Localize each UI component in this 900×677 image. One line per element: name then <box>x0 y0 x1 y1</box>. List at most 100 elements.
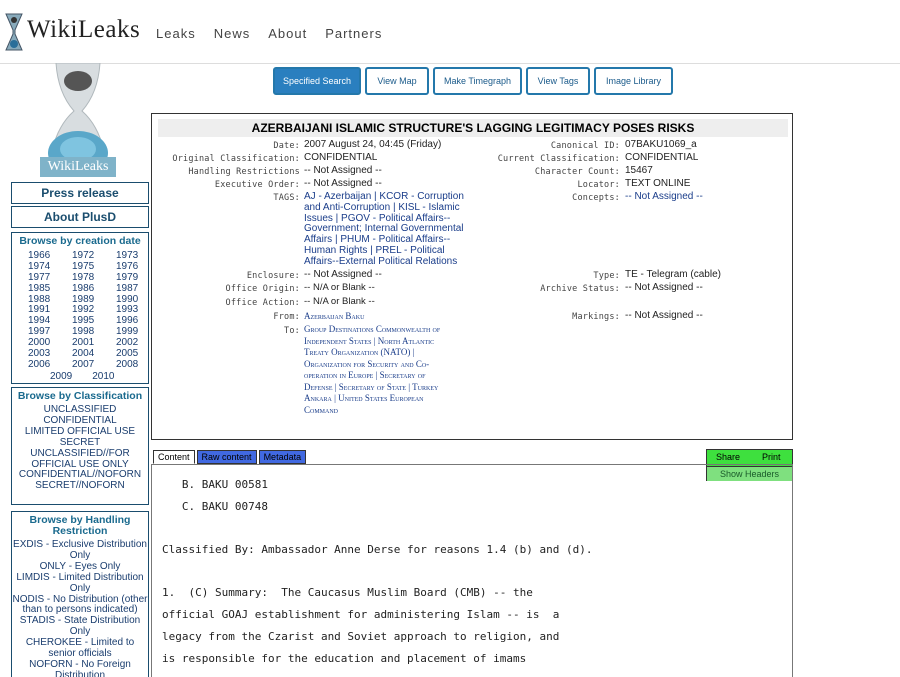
handling-link[interactable]: Distribution <box>12 670 148 677</box>
handling-label: Handling Restrictions <box>188 167 300 177</box>
handling-link[interactable]: Only <box>12 583 148 595</box>
from-label: From: <box>273 312 300 322</box>
canonical-value: 07BAKU1069_a <box>625 139 697 150</box>
about-plusd-button[interactable]: About PlusD <box>11 206 149 228</box>
classification-link[interactable]: SECRET//NOFORN <box>12 480 148 492</box>
orig-class-value: CONFIDENTIAL <box>304 152 378 163</box>
classification-link[interactable]: SECRET <box>12 437 148 449</box>
sidebar-logo-text: WikiLeaks <box>40 157 116 177</box>
to-line[interactable]: Organization for Security and Co- <box>304 359 479 371</box>
toolbar: Specified Search View Map Make Timegraph… <box>273 67 673 95</box>
nav-about[interactable]: About <box>268 26 307 41</box>
office-origin-value: -- N/A or Blank -- <box>304 282 375 293</box>
content-area <box>151 464 793 677</box>
type-label: Type: <box>593 271 620 281</box>
content-line-1: B. BAKU 00581 <box>162 478 268 491</box>
content-line-4: 1. (C) Summary: The Caucasus Muslim Boar… <box>162 586 533 599</box>
browse-by-date-panel: Browse by creation date 1966 1972 1973 1974… <box>11 232 149 384</box>
char-count-label: Character Count: <box>534 167 620 177</box>
to-value[interactable]: Group Destinations Commonwealth of Indepe… <box>304 324 479 416</box>
to-line[interactable]: Treaty Organization (NATO) | <box>304 347 479 359</box>
tag-line[interactable]: Affairs--External Political Relations <box>304 256 479 268</box>
year-link[interactable]: 1985 <box>28 283 72 295</box>
classification-list: UNCLASSIFIED CONFIDENTIAL LIMITED OFFICIAL… <box>12 404 148 492</box>
office-action-value: -- N/A or Blank -- <box>304 296 375 307</box>
tab-content[interactable]: Content <box>153 450 195 464</box>
make-timegraph-button[interactable]: Make Timegraph <box>433 67 522 95</box>
tags-value[interactable]: AJ - Azerbaijan | KCOR - Corruption and A… <box>304 191 479 268</box>
tags-label: TAGS: <box>273 193 300 203</box>
handling-list: EXDIS - Exclusive Distribution Only ONLY -… <box>12 539 148 677</box>
content-line-5: official GOAJ establishment for administ… <box>162 608 560 621</box>
tab-raw-content[interactable]: Raw content <box>196 450 257 464</box>
date-value: 2007 August 24, 04:45 (Friday) <box>304 139 442 150</box>
enclosure-label: Enclosure: <box>246 271 300 281</box>
concepts-value[interactable]: -- Not Assigned -- <box>625 191 703 203</box>
content-line-2: C. BAKU 00748 <box>162 500 268 513</box>
year-link[interactable]: 1986 <box>72 283 116 295</box>
canonical-label: Canonical ID: <box>550 141 620 151</box>
nav-leaks[interactable]: Leaks <box>156 26 196 41</box>
cur-class-value: CONFIDENTIAL <box>625 152 699 163</box>
office-action-label: Office Action: <box>225 298 300 308</box>
to-line[interactable]: operation in Europe | Secretary of <box>304 370 479 382</box>
specified-search-button[interactable]: Specified Search <box>273 67 361 95</box>
tab-metadata[interactable]: Metadata <box>258 450 307 464</box>
year-link[interactable]: 2006 <box>28 359 72 371</box>
cable-title: AZERBAIJANI ISLAMIC STRUCTURE'S LAGGING … <box>158 119 788 137</box>
locator-value: TEXT ONLINE <box>625 178 691 189</box>
year-link[interactable]: 2010 <box>92 371 114 382</box>
exec-order-label: Executive Order: <box>214 180 300 190</box>
to-label: To: <box>284 326 300 336</box>
year-grid: 1966 1972 1973 1974 1975 1976 1977 1978 1979 1985… <box>12 250 148 371</box>
exec-order-value: -- Not Assigned -- <box>304 178 382 189</box>
image-library-button[interactable]: Image Library <box>594 67 673 95</box>
top-navbar: WikiLeaks Leaks News About Partners <box>0 0 900 64</box>
nav-partners[interactable]: Partners <box>325 26 382 41</box>
nav-news[interactable]: News <box>214 26 251 41</box>
cur-class-label: Current Classification: <box>497 154 620 164</box>
to-line[interactable]: Command <box>304 405 479 417</box>
cable-metadata-panel: AZERBAIJANI ISLAMIC STRUCTURE'S LAGGING … <box>151 113 793 440</box>
share-button[interactable]: Share <box>716 452 740 462</box>
office-origin-label: Office Origin: <box>225 284 300 294</box>
browse-date-title: Browse by creation date <box>19 235 141 247</box>
char-count-value: 15467 <box>625 165 653 176</box>
press-release-button[interactable]: Press release <box>11 182 149 204</box>
date-label: Date: <box>273 141 300 151</box>
view-tags-button[interactable]: View Tags <box>526 67 590 95</box>
markings-value: -- Not Assigned -- <box>625 310 703 321</box>
year-link[interactable]: 2009 <box>50 371 72 382</box>
handling-value: -- Not Assigned -- <box>304 165 382 176</box>
content-line-6: legacy from the Czarist and Soviet appro… <box>162 630 560 643</box>
classification-link[interactable]: UNCLASSIFIED//FOR <box>12 448 148 460</box>
main-nav: Leaks News About Partners <box>156 26 382 41</box>
browse-by-classification-panel: Browse by Classification UNCLASSIFIED CON… <box>11 387 149 505</box>
view-map-button[interactable]: View Map <box>365 67 429 95</box>
browse-handling-title: Browse by Handling Restriction <box>29 514 131 537</box>
archive-label: Archive Status: <box>540 284 620 294</box>
to-line[interactable]: Group Destinations Commonwealth of <box>304 324 479 336</box>
content-line-7: is responsible for the education and pla… <box>162 652 527 665</box>
orig-class-label: Original Classification: <box>172 154 300 164</box>
archive-value: -- Not Assigned -- <box>625 282 703 293</box>
year-last-row: 2009 2010 <box>12 371 148 382</box>
site-logo-text[interactable]: WikiLeaks <box>27 16 140 44</box>
locator-label: Locator: <box>577 180 620 190</box>
handling-link[interactable]: LIMDIS - Limited Distribution <box>12 572 148 584</box>
content-line-3: Classified By: Ambassador Anne Derse for… <box>162 543 593 556</box>
concepts-label: Concepts: <box>572 193 620 203</box>
to-line[interactable]: Defense | Secretary of State | Turkey <box>304 382 479 394</box>
markings-label: Markings: <box>572 312 620 322</box>
to-line[interactable]: Independent States | North Atlantic <box>304 336 479 348</box>
print-button[interactable]: Print <box>762 452 781 462</box>
year-link[interactable]: 2007 <box>72 359 116 371</box>
from-value[interactable]: Azerbaijan Baku <box>304 311 364 323</box>
tag-line[interactable]: and Anti-Corruption | KISL - Islamic <box>304 202 479 214</box>
browse-class-title: Browse by Classification <box>17 390 143 402</box>
hourglass-logo-icon[interactable] <box>4 12 24 52</box>
enclosure-value: -- Not Assigned -- <box>304 269 382 280</box>
type-value: TE - Telegram (cable) <box>625 269 721 280</box>
content-tabs: Content Raw content Metadata <box>153 450 307 464</box>
to-line[interactable]: Ankara | United States European <box>304 393 479 405</box>
